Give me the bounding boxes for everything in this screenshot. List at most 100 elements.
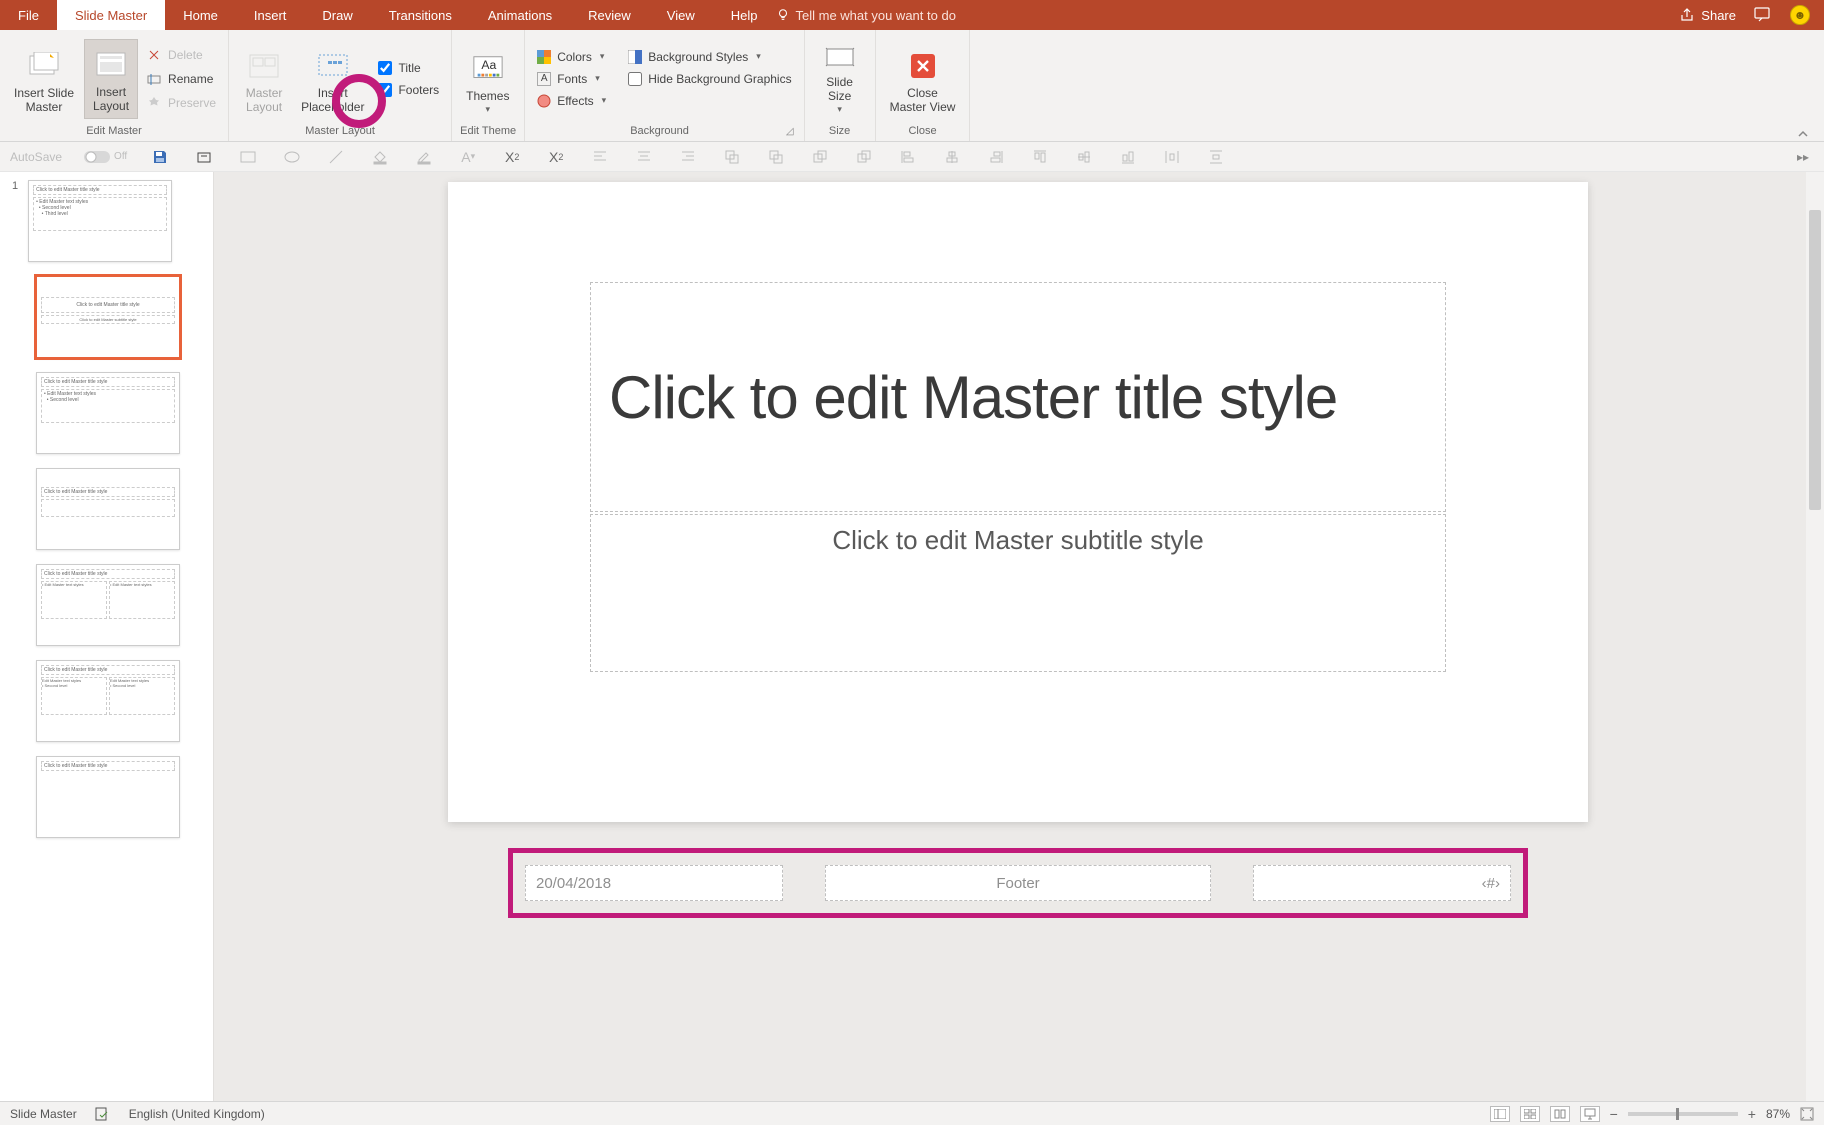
effects-dropdown[interactable]: Effects xyxy=(533,92,610,110)
arrange-button-1[interactable] xyxy=(721,146,743,168)
annotation-footer-highlight: 20/04/2018 Footer ‹#› xyxy=(508,848,1528,918)
fit-to-window-button[interactable] xyxy=(1800,1107,1814,1121)
footers-checkbox-input[interactable] xyxy=(378,83,392,97)
tell-me-search[interactable]: Tell me what you want to do xyxy=(776,0,956,30)
textbox-shape-button[interactable] xyxy=(193,146,215,168)
hide-bg-input[interactable] xyxy=(628,72,642,86)
title-checkbox-input[interactable] xyxy=(378,61,392,75)
hide-bg-checkbox[interactable]: Hide Background Graphics xyxy=(624,70,795,88)
outline-color-button[interactable] xyxy=(413,146,435,168)
slide-canvas[interactable]: Click to edit Master title style Click t… xyxy=(448,182,1588,822)
autosave-toggle[interactable]: Off xyxy=(84,150,127,164)
line-shape-button[interactable] xyxy=(325,146,347,168)
insert-layout-button[interactable]: Insert Layout xyxy=(84,39,138,119)
tab-view[interactable]: View xyxy=(649,0,713,30)
rename-button[interactable]: Rename xyxy=(142,69,220,89)
title-placeholder[interactable]: Click to edit Master title style xyxy=(590,282,1446,512)
align-obj-6[interactable] xyxy=(1117,146,1139,168)
tab-insert[interactable]: Insert xyxy=(236,0,305,30)
tab-draw[interactable]: Draw xyxy=(304,0,370,30)
align-obj-5[interactable] xyxy=(1073,146,1095,168)
align-obj-4[interactable] xyxy=(1029,146,1051,168)
svg-text:Aa: Aa xyxy=(481,58,496,72)
bulb-icon xyxy=(776,8,790,22)
thumbnail-panel[interactable]: 1 Click to edit Master title style • Edi… xyxy=(0,172,214,1101)
thumbnail-layout-4[interactable]: Click to edit Master title style • Edit … xyxy=(36,564,180,646)
subscript-button[interactable]: X2 xyxy=(501,146,523,168)
close-icon xyxy=(907,50,939,82)
save-button[interactable] xyxy=(149,146,171,168)
slide-size-icon xyxy=(824,43,856,71)
zoom-in-button[interactable]: + xyxy=(1748,1106,1756,1122)
close-master-button[interactable]: Close Master View xyxy=(884,39,962,119)
preserve-button[interactable]: Preserve xyxy=(142,93,220,113)
scrollbar-thumb[interactable] xyxy=(1809,210,1821,510)
zoom-out-button[interactable]: − xyxy=(1610,1106,1618,1122)
colors-dropdown[interactable]: Colors xyxy=(533,48,610,66)
tab-animations[interactable]: Animations xyxy=(470,0,570,30)
group-master-layout: Master Layout Insert Placeholder Title F… xyxy=(229,30,452,141)
thumbnail-layout-1[interactable]: Click to edit Master title style Click t… xyxy=(36,276,180,358)
view-reading-button[interactable] xyxy=(1550,1106,1570,1122)
insert-placeholder-button[interactable]: Insert Placeholder xyxy=(295,39,370,119)
thumbnail-layout-6[interactable]: Click to edit Master title style xyxy=(36,756,180,838)
footers-checkbox[interactable]: Footers xyxy=(374,81,443,99)
thumbnail-layout-2[interactable]: Click to edit Master title style • Edit … xyxy=(36,372,180,454)
delete-button[interactable]: Delete xyxy=(142,45,220,65)
font-color-button[interactable]: A▾ xyxy=(457,146,479,168)
background-dialog-launcher[interactable]: ◿ xyxy=(786,126,794,137)
align-center-button[interactable] xyxy=(633,146,655,168)
share-button[interactable]: Share xyxy=(1679,7,1736,23)
oval-shape-button[interactable] xyxy=(281,146,303,168)
slide-master-icon xyxy=(28,50,60,82)
slide-size-button[interactable]: Slide Size ▾ xyxy=(813,39,867,119)
tab-slide-master[interactable]: Slide Master xyxy=(57,0,165,30)
arrange-button-3[interactable] xyxy=(809,146,831,168)
thumbnail-master[interactable]: Click to edit Master title style • Edit … xyxy=(28,180,172,262)
chevron-up-icon xyxy=(1796,127,1810,141)
tab-home[interactable]: Home xyxy=(165,0,236,30)
thumbnail-layout-5[interactable]: Click to edit Master title style Edit Ma… xyxy=(36,660,180,742)
vertical-scrollbar[interactable] xyxy=(1806,172,1824,1101)
align-right-button[interactable] xyxy=(677,146,699,168)
spellcheck-icon[interactable] xyxy=(95,1107,111,1121)
align-obj-3[interactable] xyxy=(985,146,1007,168)
group-size: Slide Size ▾ Size xyxy=(805,30,876,141)
view-sorter-button[interactable] xyxy=(1520,1106,1540,1122)
insert-slide-master-button[interactable]: Insert Slide Master xyxy=(8,39,80,119)
rect-shape-button[interactable] xyxy=(237,146,259,168)
align-obj-1[interactable] xyxy=(897,146,919,168)
smiley-icon[interactable]: ☻ xyxy=(1790,5,1810,25)
date-placeholder[interactable]: 20/04/2018 xyxy=(525,865,783,901)
distribute-h[interactable] xyxy=(1161,146,1183,168)
qat-overflow[interactable]: ▸▸ xyxy=(1792,146,1814,168)
tab-review[interactable]: Review xyxy=(570,0,649,30)
thumbnail-layout-3[interactable]: Click to edit Master title style xyxy=(36,468,180,550)
collapse-ribbon-button[interactable] xyxy=(1782,30,1824,141)
feedback-icon[interactable] xyxy=(1754,7,1772,23)
align-obj-2[interactable] xyxy=(941,146,963,168)
arrange-button-2[interactable] xyxy=(765,146,787,168)
tab-transitions[interactable]: Transitions xyxy=(371,0,470,30)
tab-help[interactable]: Help xyxy=(713,0,776,30)
fonts-dropdown[interactable]: A Fonts xyxy=(533,70,610,88)
group-background: Colors A Fonts Effects Background Styles xyxy=(525,30,804,141)
subtitle-placeholder[interactable]: Click to edit Master subtitle style xyxy=(590,514,1446,672)
fill-color-button[interactable] xyxy=(369,146,391,168)
view-slideshow-button[interactable] xyxy=(1580,1106,1600,1122)
title-checkbox[interactable]: Title xyxy=(374,59,443,77)
zoom-slider[interactable] xyxy=(1628,1112,1738,1116)
themes-button[interactable]: Aa Themes ▾ xyxy=(460,39,515,119)
view-normal-button[interactable] xyxy=(1490,1106,1510,1122)
zoom-level[interactable]: 87% xyxy=(1766,1107,1790,1121)
status-language[interactable]: English (United Kingdom) xyxy=(129,1107,265,1121)
slide-number-placeholder[interactable]: ‹#› xyxy=(1253,865,1511,901)
arrange-button-4[interactable] xyxy=(853,146,875,168)
footer-placeholder[interactable]: Footer xyxy=(825,865,1211,901)
superscript-button[interactable]: X2 xyxy=(545,146,567,168)
tab-file[interactable]: File xyxy=(0,0,57,30)
canvas-area[interactable]: Click to edit Master title style Click t… xyxy=(214,172,1824,1101)
bg-styles-dropdown[interactable]: Background Styles xyxy=(624,48,795,66)
align-left-button[interactable] xyxy=(589,146,611,168)
distribute-v[interactable] xyxy=(1205,146,1227,168)
